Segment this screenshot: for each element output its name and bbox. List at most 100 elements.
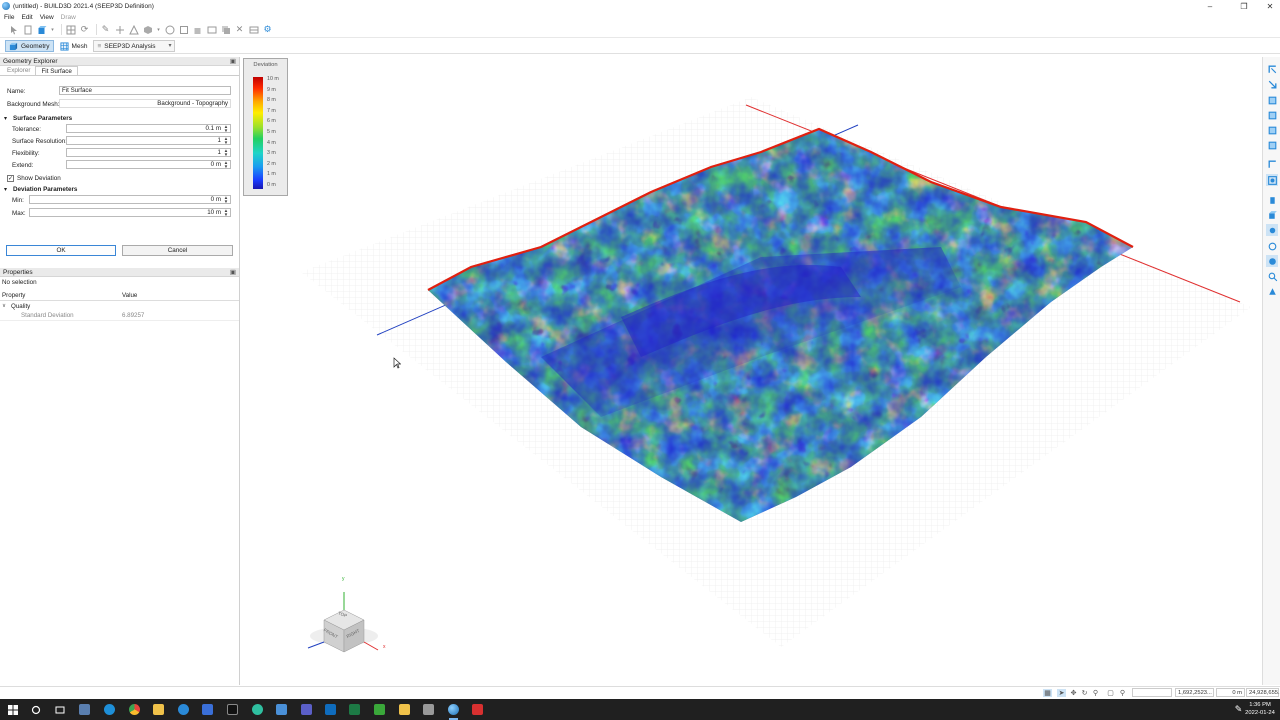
spinner-icon[interactable]: ▲ ▼ [223,136,229,144]
view-bottom-icon[interactable] [1266,139,1278,151]
view-back-icon[interactable] [1266,78,1278,90]
view-right-icon[interactable] [1266,109,1278,121]
search-icon[interactable] [29,703,42,716]
sphere-view-icon[interactable] [1266,255,1278,267]
menu-edit[interactable]: Edit [21,14,32,21]
chrome-browser-icon[interactable] [128,703,141,716]
view-cube[interactable] [307,592,379,653]
box-icon[interactable] [178,24,189,35]
view-front-icon[interactable] [1266,63,1278,75]
layers-icon[interactable] [220,24,231,35]
task-view-icon[interactable] [53,703,66,716]
mesh-mode-button[interactable]: Mesh [57,40,91,52]
taskbar-clock[interactable]: 1:36 PM 2022-01-24 [1242,701,1278,717]
start-windows-icon[interactable] [6,703,19,716]
spinner-icon[interactable]: ▲ ▼ [223,208,229,216]
new-icon[interactable] [22,24,33,35]
section-icon[interactable] [1266,224,1278,236]
analysis-dropdown[interactable]: ≡ SEEP3D Analysis ▾ [93,40,176,52]
settings-gear-icon[interactable]: ⚙ [262,24,273,35]
minimize-button[interactable]: – [1196,0,1224,12]
cancel-button[interactable]: Cancel [122,245,233,256]
menu-draw[interactable]: Draw [61,14,76,21]
split-icon[interactable] [128,24,139,35]
resolution-label: Surface Resolution: [12,137,67,145]
dropdown-icon[interactable]: ▾ [156,24,161,35]
min-input[interactable]: 0 m ▲ ▼ [29,195,231,204]
spinner-icon[interactable]: ▲ ▼ [223,148,229,156]
pin-icon[interactable]: ▣ [230,268,236,276]
orbit-icon[interactable]: ↻ [1080,689,1089,697]
taskbar-app-icon[interactable] [471,703,484,716]
zoom-extents-icon[interactable] [1266,174,1278,186]
layer-icon[interactable] [1266,194,1278,206]
3d-viewport[interactable]: TOP FRONT RIGHT x y Deviation 10 m 9 m 8… [241,57,1262,685]
zoom-icon[interactable]: ⚲ [1091,689,1100,697]
transform-icon[interactable] [114,24,125,35]
close-button[interactable]: ✕ [1256,0,1280,12]
grid-tool-icon[interactable] [65,24,76,35]
pointer-icon[interactable]: ➤ [1057,689,1066,697]
calculator-icon[interactable] [275,703,288,716]
resolution-input[interactable]: 1 ▲ ▼ [66,136,231,145]
solid-icon[interactable] [142,24,153,35]
cube-select-icon[interactable] [36,24,47,35]
taskbar-app-icon[interactable] [398,703,411,716]
search-icon[interactable] [1266,270,1278,282]
zoom-box-icon[interactable]: ▢ [1106,689,1115,697]
flexibility-input[interactable]: 1 ▲ ▼ [66,148,231,157]
teams-icon[interactable] [300,703,313,716]
table-row[interactable]: Standard Deviation 6.89257 [0,311,239,321]
pan-icon[interactable]: ✥ [1069,689,1078,697]
tolerance-input[interactable]: 0.1 m ▲ ▼ [66,124,231,133]
zoom-out-icon[interactable]: ⚲ [1118,689,1127,697]
cut-icon[interactable] [206,24,217,35]
ok-button[interactable]: OK [6,245,116,256]
taskbar-app-icon[interactable] [78,703,91,716]
cube-icon[interactable] [1266,209,1278,221]
taskbar-app-icon[interactable] [422,703,435,716]
paint-icon[interactable] [1266,285,1278,297]
spinner-icon[interactable]: ▲ ▼ [223,124,229,132]
file-explorer-icon[interactable] [152,703,165,716]
extrude-icon[interactable] [192,24,203,35]
taskbar-app-icon[interactable] [251,703,264,716]
view-left-icon[interactable] [1266,94,1278,106]
pen-icon[interactable]: ✎ [100,24,111,35]
table-icon[interactable] [248,24,259,35]
sphere-icon[interactable] [164,24,175,35]
show-deviation-checkbox[interactable]: ✓ [7,174,14,182]
extend-input[interactable]: 0 m ▲ ▼ [66,160,231,169]
taskbar-app-icon[interactable] [201,703,214,716]
outlook-icon[interactable] [324,703,337,716]
surface-parameters-header[interactable]: ▾ Surface Parameters [0,113,238,123]
quality-group-row[interactable]: ∨ Quality [0,301,239,311]
pointer-icon[interactable] [8,24,19,35]
background-mesh-select[interactable]: Background - Topography [59,99,231,108]
taskbar-app-icon[interactable] [373,703,386,716]
geometry-mode-button[interactable]: Geometry [5,40,54,52]
spinner-icon[interactable]: ▲ ▼ [223,195,229,203]
circle-tool-icon[interactable] [1266,240,1278,252]
deviation-parameters-header[interactable]: ▾ Deviation Parameters [0,184,238,194]
view-top-icon[interactable] [1266,124,1278,136]
rotate-icon[interactable]: ⟳ [79,24,90,35]
delete-icon[interactable]: ✕ [234,24,245,35]
name-input[interactable]: Fit Surface [59,86,231,95]
menu-view[interactable]: View [40,14,54,21]
max-input[interactable]: 10 m ▲ ▼ [29,208,231,217]
spinner-icon[interactable]: ▲ ▼ [223,160,229,168]
view-iso-icon[interactable] [1266,158,1278,170]
menu-file[interactable]: File [4,14,14,21]
grid-toggle-icon[interactable]: ▦ [1043,689,1052,697]
edge-browser-icon[interactable] [103,703,116,716]
tab-explorer[interactable]: Explorer [2,66,35,75]
tab-fit-surface[interactable]: Fit Surface [35,66,78,75]
excel-icon[interactable] [348,703,361,716]
maximize-button[interactable]: ❐ [1230,0,1258,12]
pin-icon[interactable]: ▣ [230,57,236,65]
build3d-app-icon[interactable] [447,703,460,720]
taskbar-app-icon[interactable] [177,703,190,716]
dropdown-icon[interactable]: ▾ [50,24,55,35]
terminal-icon[interactable] [226,703,239,716]
